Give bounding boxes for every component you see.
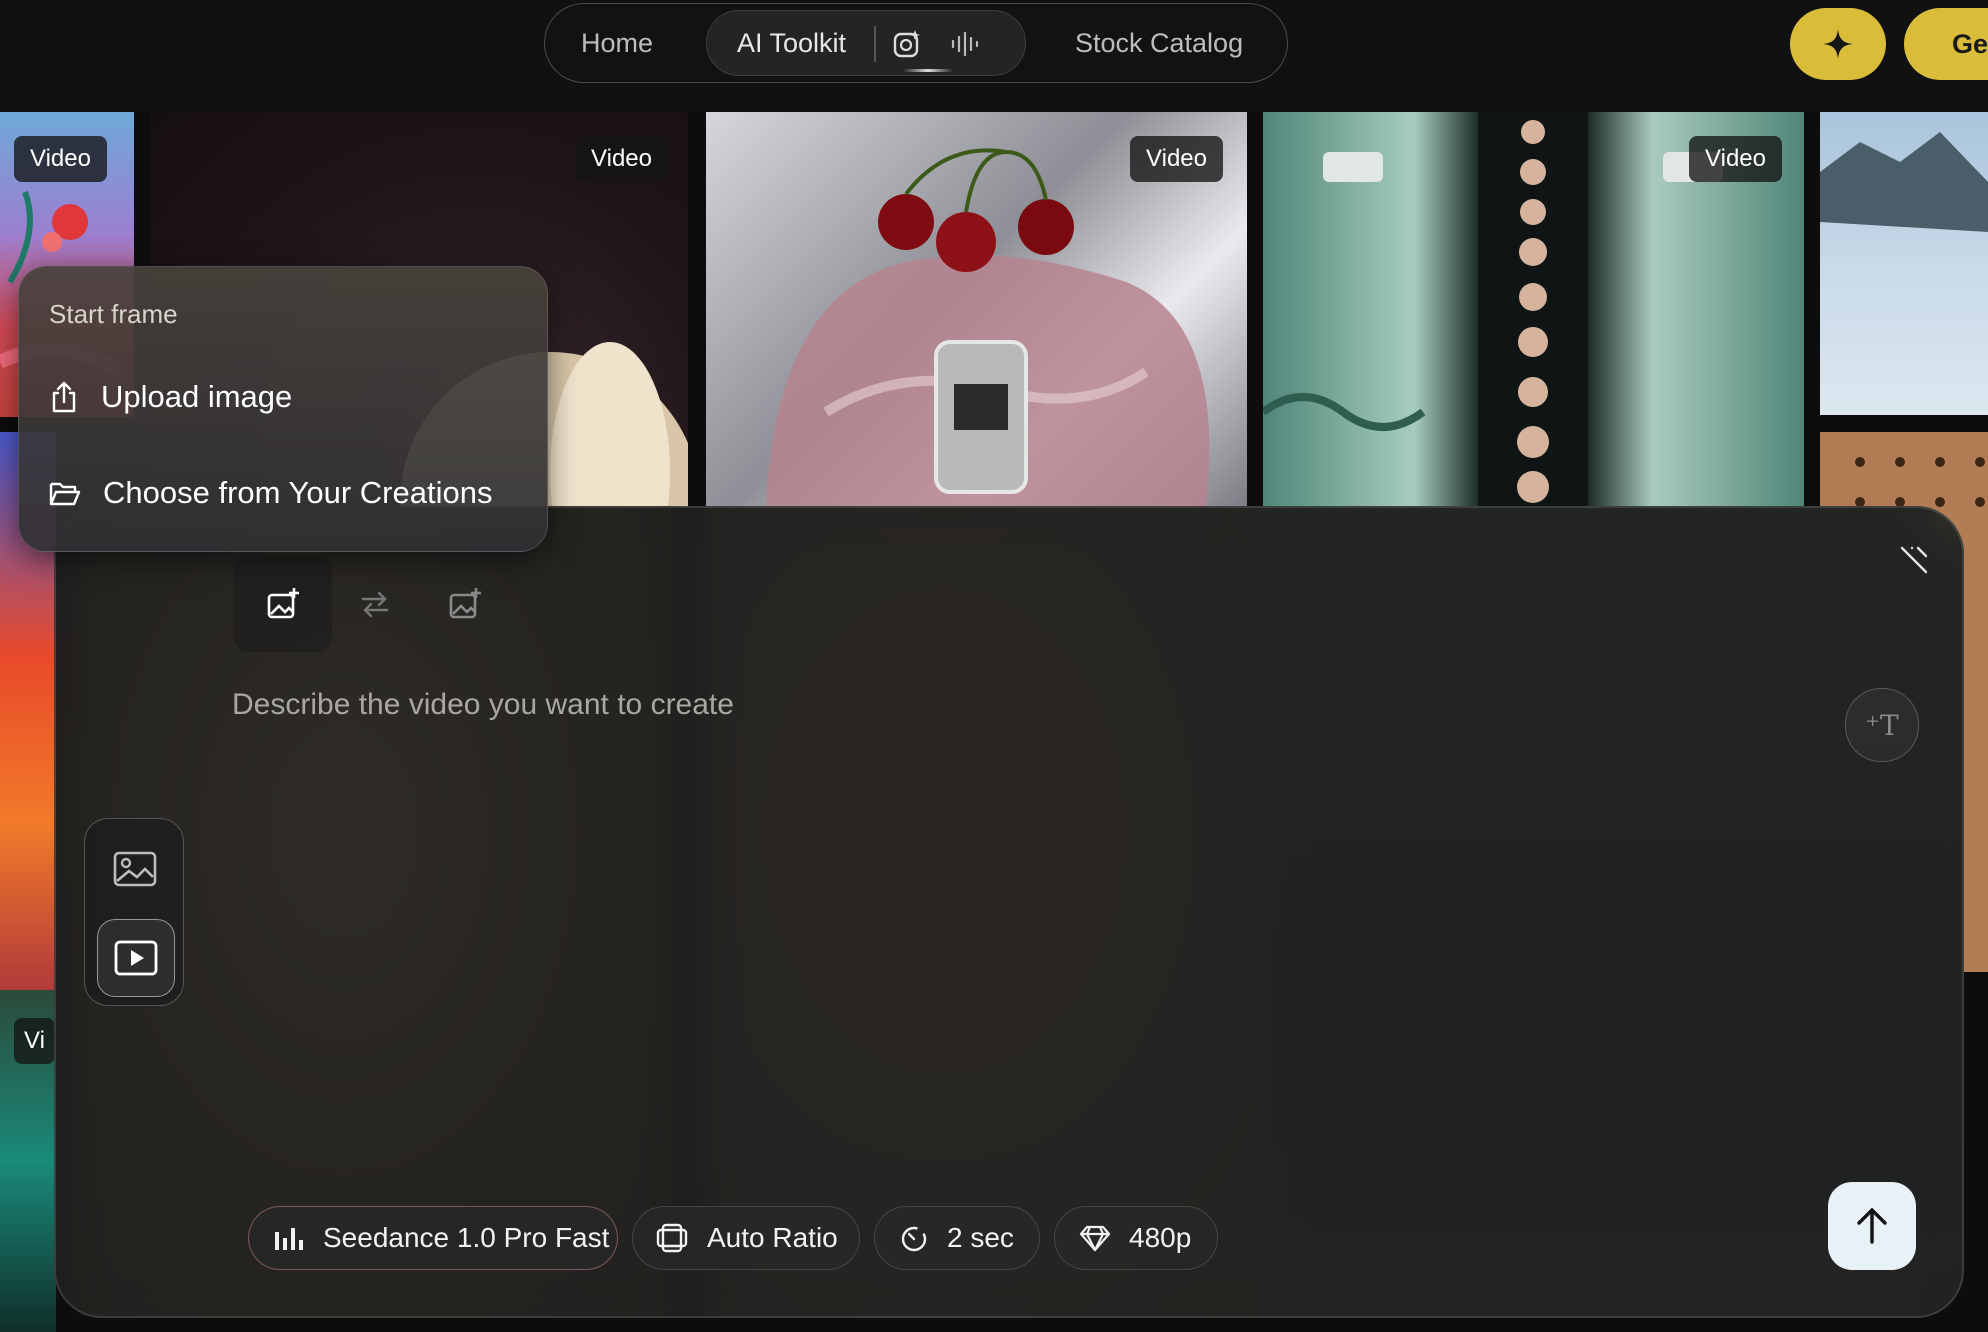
gallery-tile-snow[interactable] [1820, 112, 1988, 415]
start-frame-tab[interactable] [234, 556, 332, 652]
resolution-selector[interactable]: 480p [1054, 1206, 1218, 1270]
sparkle-icon [1823, 29, 1853, 59]
snow-image [1820, 132, 1988, 232]
upload-image-option[interactable]: Upload image [49, 369, 292, 425]
get-button[interactable]: Ge [1904, 8, 1988, 80]
top-bar: Home AI Toolkit Stock Catalog Ge [0, 0, 1988, 112]
choose-creations-option[interactable]: Choose from Your Creations [49, 465, 492, 521]
send-button[interactable] [1828, 1182, 1916, 1270]
resolution-label: 480p [1129, 1222, 1192, 1253]
image-sparkle-icon[interactable] [891, 28, 923, 60]
text-sparkle-icon: ⁺T [1865, 708, 1899, 742]
model-label: Seedance 1.0 Pro Fast [323, 1222, 610, 1253]
nav-stock-catalog[interactable]: Stock Catalog [1075, 4, 1243, 82]
video-mode-button[interactable] [97, 919, 175, 997]
video-badge: Vi [14, 1018, 55, 1064]
end-frame-tab[interactable] [416, 556, 514, 652]
model-selector[interactable]: Seedance 1.0 Pro Fast [248, 1206, 618, 1270]
model-bars-icon [275, 1228, 303, 1250]
upload-icon [52, 381, 76, 413]
video-badge: Video [575, 136, 668, 182]
sparkle-button[interactable] [1790, 8, 1886, 80]
nav-ai-toolkit-label: AI Toolkit [737, 28, 847, 58]
nav-separator [874, 26, 876, 62]
duration-label: 2 sec [947, 1222, 1014, 1253]
start-frame-dropdown: Start frame Upload image Choose from You… [18, 266, 548, 552]
video-mode-icon [114, 940, 158, 976]
prompt-input[interactable]: Describe the video you want to create [232, 688, 734, 722]
main-nav: Home AI Toolkit Stock Catalog [544, 3, 1288, 83]
gallery-tile-escalator[interactable]: Video [1263, 112, 1804, 507]
ratio-label: Auto Ratio [707, 1222, 838, 1253]
swap-frames-button[interactable] [326, 556, 424, 652]
active-indicator [903, 69, 953, 72]
image-mode-icon [113, 851, 157, 887]
text-style-button[interactable]: ⁺T [1845, 688, 1919, 762]
upload-image-label: Upload image [101, 379, 293, 414]
video-badge: Video [1689, 136, 1782, 182]
gallery-tile-neon[interactable]: Vi [0, 990, 56, 1332]
image-mode-button[interactable] [97, 831, 173, 907]
folder-icon [49, 482, 81, 506]
arrow-up-icon [1857, 1207, 1887, 1244]
diamond-icon [1079, 1225, 1111, 1252]
timer-icon [901, 1226, 927, 1252]
end-frame-image-icon [449, 588, 481, 619]
duration-selector[interactable]: 2 sec [874, 1206, 1040, 1270]
ratio-selector[interactable]: Auto Ratio [632, 1206, 860, 1270]
media-mode-toggle [84, 818, 184, 1006]
gallery-tile-cherries[interactable]: Video [706, 112, 1247, 507]
choose-creations-label: Choose from Your Creations [103, 475, 493, 510]
dropdown-title: Start frame [49, 299, 178, 329]
nav-ai-toolkit[interactable]: AI Toolkit [706, 10, 1026, 76]
video-badge: Video [1130, 136, 1223, 182]
swap-arrows-icon [361, 591, 389, 618]
audio-wave-icon[interactable] [949, 28, 981, 60]
collapse-icon[interactable] [1898, 544, 1930, 576]
ratio-grid-icon [656, 1223, 688, 1253]
start-frame-image-icon [267, 588, 299, 619]
nav-home[interactable]: Home [581, 4, 653, 82]
video-badge: Video [14, 136, 107, 182]
